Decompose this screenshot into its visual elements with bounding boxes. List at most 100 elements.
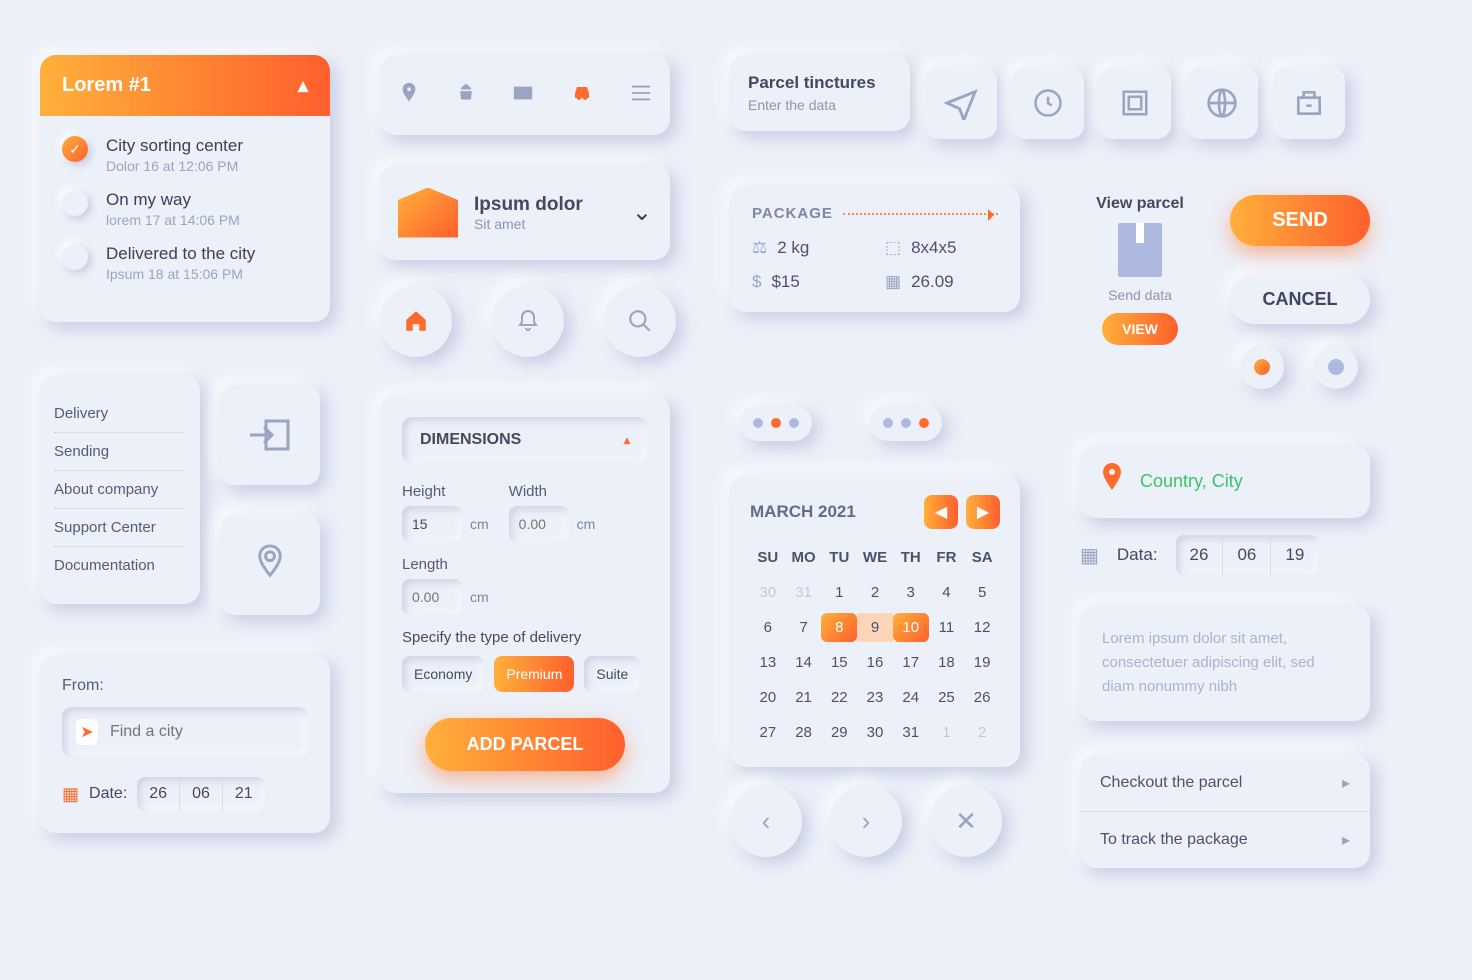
add-parcel-button[interactable]: ADD PARCEL xyxy=(425,718,625,771)
calendar-day[interactable]: 24 xyxy=(893,683,929,712)
cancel-button[interactable]: CANCEL xyxy=(1230,275,1370,324)
car-icon[interactable] xyxy=(570,82,594,108)
calendar-day[interactable]: 13 xyxy=(750,648,786,677)
collapse-icon[interactable]: ▴ xyxy=(298,73,308,98)
calendar-day[interactable]: 31 xyxy=(786,578,822,607)
calendar-day[interactable]: 9 xyxy=(857,613,893,642)
calendar-day[interactable]: 25 xyxy=(929,683,965,712)
radio-orange[interactable] xyxy=(1240,345,1284,389)
pager-2[interactable] xyxy=(870,405,942,441)
calendar-day[interactable]: 30 xyxy=(857,718,893,747)
calendar-day[interactable]: 23 xyxy=(857,683,893,712)
calendar-day[interactable]: 4 xyxy=(929,578,965,607)
calendar-day[interactable]: 8 xyxy=(821,613,857,642)
package-icon[interactable] xyxy=(1099,67,1171,139)
calendar-day[interactable]: 31 xyxy=(893,718,929,747)
close-button[interactable]: ✕ xyxy=(930,785,1002,857)
view-button[interactable]: VIEW xyxy=(1102,313,1178,345)
calendar: MARCH 2021 ◀ ▶ SUMOTUWETHFRSA30311234567… xyxy=(730,475,1020,767)
clock-icon[interactable] xyxy=(1012,67,1084,139)
height-input[interactable]: 15 xyxy=(402,506,462,542)
tracking-title: Lorem #1 xyxy=(62,74,151,97)
chevron-right-icon: ▸ xyxy=(1342,773,1350,793)
cal-next[interactable]: ▶ xyxy=(966,495,1000,529)
calendar-day[interactable]: 20 xyxy=(750,683,786,712)
next-button[interactable]: › xyxy=(830,785,902,857)
calendar-day[interactable]: 5 xyxy=(964,578,1000,607)
plane-icon[interactable] xyxy=(925,67,997,139)
radio-blue[interactable] xyxy=(1314,345,1358,389)
date-icon: ▦ xyxy=(885,272,901,292)
calendar-day[interactable]: 2 xyxy=(964,718,1000,747)
location-field[interactable]: Country, City xyxy=(1080,445,1370,518)
menu-item[interactable]: Delivery xyxy=(54,395,186,433)
calendar-day[interactable]: 7 xyxy=(786,613,822,642)
pin-icon[interactable] xyxy=(398,81,420,109)
date-segments[interactable]: 26 06 21 xyxy=(137,777,264,811)
ipsum-card[interactable]: Ipsum dolor Sit amet ⌄ xyxy=(380,165,670,260)
calendar-day[interactable]: 22 xyxy=(821,683,857,712)
calendar-day[interactable]: 17 xyxy=(893,648,929,677)
delivery-premium[interactable]: Premium xyxy=(494,656,574,692)
city-input-wrap[interactable]: ➤ xyxy=(62,707,308,757)
menu-item[interactable]: Support Center xyxy=(54,509,186,547)
tracking-header[interactable]: Lorem #1 ▴ xyxy=(40,55,330,116)
dimensions-header[interactable]: DIMENSIONS ▴ xyxy=(402,417,648,463)
scale-icon[interactable] xyxy=(1273,67,1345,139)
calendar-day[interactable]: 18 xyxy=(929,648,965,677)
calendar-day[interactable]: 21 xyxy=(786,683,822,712)
calendar-day[interactable]: 1 xyxy=(821,578,857,607)
calendar-day[interactable]: 3 xyxy=(893,578,929,607)
width-input[interactable] xyxy=(509,506,569,542)
calendar-day[interactable]: 15 xyxy=(821,648,857,677)
delivery-economy[interactable]: Economy xyxy=(402,656,484,692)
pkg-date: 26.09 xyxy=(911,272,954,292)
login-button[interactable] xyxy=(220,385,320,485)
location-button[interactable] xyxy=(220,515,320,615)
calendar-day[interactable]: 27 xyxy=(750,718,786,747)
calendar-day[interactable]: 12 xyxy=(964,613,1000,642)
bag-icon[interactable] xyxy=(456,82,476,108)
cta-track[interactable]: To track the package▸ xyxy=(1080,812,1370,868)
tracking-step: ✓ City sorting center Dolor 16 at 12:06 … xyxy=(62,136,308,174)
home-button[interactable] xyxy=(380,285,452,357)
calendar-day[interactable]: 11 xyxy=(929,613,965,642)
calendar-day[interactable]: 16 xyxy=(857,648,893,677)
weight-icon: ⚖ xyxy=(752,238,767,258)
pin-icon xyxy=(1100,463,1124,500)
calendar-day[interactable]: 19 xyxy=(964,648,1000,677)
mail-icon[interactable] xyxy=(512,82,534,108)
pager-1[interactable] xyxy=(740,405,812,441)
pt-sub: Enter the data xyxy=(748,97,892,113)
menu-item[interactable]: Documentation xyxy=(54,547,186,584)
calendar-day[interactable]: 30 xyxy=(750,578,786,607)
dow: FR xyxy=(929,543,965,572)
calendar-day[interactable]: 29 xyxy=(821,718,857,747)
calendar-day[interactable]: 10 xyxy=(893,613,929,642)
send-button[interactable]: SEND xyxy=(1230,195,1370,246)
cal-prev[interactable]: ◀ xyxy=(924,495,958,529)
data-segments[interactable]: 26 06 19 xyxy=(1176,535,1319,575)
calendar-day[interactable]: 6 xyxy=(750,613,786,642)
search-button[interactable] xyxy=(604,285,676,357)
calendar-day[interactable]: 2 xyxy=(857,578,893,607)
menu-item[interactable]: Sending xyxy=(54,433,186,471)
calendar-day[interactable]: 26 xyxy=(964,683,1000,712)
collapse-icon[interactable]: ▴ xyxy=(624,433,630,447)
dollar-icon: $ xyxy=(752,272,761,292)
calendar-day[interactable]: 14 xyxy=(786,648,822,677)
city-input[interactable] xyxy=(110,723,294,741)
bell-button[interactable] xyxy=(492,285,564,357)
tracking-step: Delivered to the city Ipsum 18 at 15:06 … xyxy=(62,244,308,282)
calendar-day[interactable]: 28 xyxy=(786,718,822,747)
delivery-suite[interactable]: Suite xyxy=(584,656,640,692)
chevron-down-icon[interactable]: ⌄ xyxy=(632,198,652,227)
menu-icon[interactable] xyxy=(630,82,652,108)
length-input[interactable] xyxy=(402,579,462,615)
globe-icon[interactable] xyxy=(1186,67,1258,139)
menu-item[interactable]: About company xyxy=(54,471,186,509)
calendar-day[interactable]: 1 xyxy=(929,718,965,747)
prev-button[interactable]: ‹ xyxy=(730,785,802,857)
calendar-icon[interactable]: ▦ xyxy=(62,784,79,805)
cta-checkout[interactable]: Checkout the parcel▸ xyxy=(1080,755,1370,812)
